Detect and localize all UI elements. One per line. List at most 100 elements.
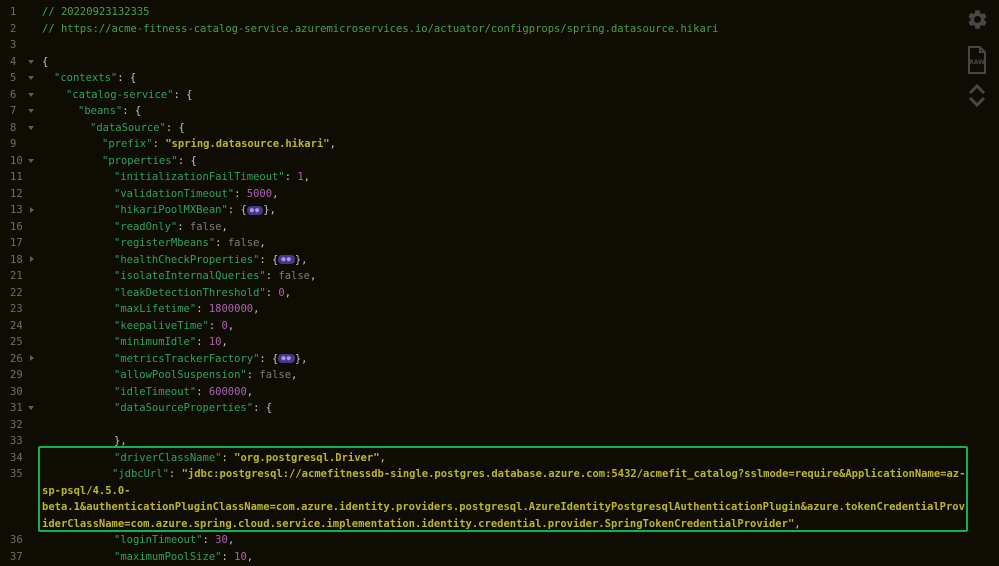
code-line: 17"registerMbeans": false, [0,235,999,252]
code-content: }, [42,433,999,450]
json-punct: : [153,138,166,150]
fold-down-icon[interactable] [28,60,34,64]
json-punct: , [253,303,259,315]
line-number: 31 [10,400,23,417]
json-bool: false [278,270,310,282]
comment-text: // https://acme-fitness-catalog-service.… [42,23,718,35]
json-punct: , [272,188,278,200]
code-content: "idleTimeout": 600000, [42,384,999,401]
json-punct: , [330,138,336,150]
fold-down-icon[interactable] [28,406,34,410]
code-content: "leakDetectionThreshold": 0, [42,285,999,302]
line-number: 16 [10,219,23,236]
code-line: 16"readOnly": false, [0,219,999,236]
code-content: "allowPoolSuspension": false, [42,367,999,384]
json-num: 30 [215,534,228,546]
code-content: "properties": { [42,153,999,170]
code-line: 24"keepaliveTime": 0, [0,318,999,335]
code-content: "catalog-service": { [42,87,999,104]
json-bool: false [228,237,260,249]
fold-down-icon[interactable] [28,93,34,97]
fold-down-icon[interactable] [28,159,34,163]
json-key: "metricsTrackerFactory" [114,353,259,365]
json-key: "minimumIdle" [114,336,196,348]
json-punct: : { [166,122,185,134]
line-number: 13 [10,202,23,219]
json-punct: , [247,551,253,563]
line-number: 21 [10,268,23,285]
code-content: "minimumIdle": 10, [42,334,999,351]
json-punct: }, [295,353,308,365]
code-line: 18 "healthCheckProperties": {●●}, [0,252,999,269]
fold-down-icon[interactable] [28,109,34,113]
json-punct: : { [228,204,247,216]
json-punct: , [247,386,253,398]
fold-right-icon[interactable] [30,256,34,262]
code-line: 5"contexts": { [0,70,999,87]
code-line: 7"beans": { [0,103,999,120]
code-line: 36"loginTimeout": 30, [0,532,999,549]
chevron-up-icon[interactable] [967,84,987,95]
json-bool: false [190,221,222,233]
comment-text: // 20220923132335 [42,6,149,18]
code-line: 35"jdbcUrl": "jdbc:postgresql://acmefitn… [0,466,999,532]
line-number: 34 [10,450,23,467]
chevron-down-icon[interactable] [967,96,987,107]
line-number: 18 [10,252,23,269]
json-key: "allowPoolSuspension" [114,369,247,381]
fold-right-icon[interactable] [30,355,34,361]
code-line: 29"allowPoolSuspension": false, [0,367,999,384]
line-number: 10 [10,153,23,170]
collapsed-object-pill[interactable]: ●● [278,354,294,363]
json-key: "idleTimeout" [114,386,196,398]
json-key: "readOnly" [114,221,177,233]
code-content: "hikariPoolMXBean": {●●}, [42,202,999,219]
json-num: 5000 [247,188,272,200]
line-number: 30 [10,384,23,401]
settings-gear-icon[interactable] [966,8,989,31]
code-line: 2// https://acme-fitness-catalog-service… [0,21,999,38]
json-key: "hikariPoolMXBean" [114,204,228,216]
fold-right-icon[interactable] [30,207,34,213]
code-line: 33}, [0,433,999,450]
collapsed-object-pill[interactable]: ●● [278,255,294,264]
code-content: "healthCheckProperties": {●●}, [42,252,999,269]
fold-down-icon[interactable] [28,126,34,130]
code-line: 21 "isolateInternalQueries": false, [0,268,999,285]
code-content: { [42,54,999,71]
code-content: "metricsTrackerFactory": {●●}, [42,351,999,368]
json-punct: { [42,56,48,68]
code-content: "isolateInternalQueries": false, [42,268,999,285]
json-key: "prefix" [102,138,153,150]
json-key: "dataSource" [90,122,166,134]
code-line: 1// 20220923132335 [0,4,999,21]
json-punct: , [285,287,291,299]
json-punct: , [304,171,310,183]
json-punct: , [291,369,297,381]
json-punct: , [310,270,316,282]
code-content: "maximumPoolSize": 10, [42,549,999,566]
fold-down-icon[interactable] [28,76,34,80]
viewer-toolbar: RAW [961,8,993,108]
code-content: "prefix": "spring.datasource.hikari", [42,136,999,153]
json-key: "leakDetectionThreshold" [114,287,266,299]
line-number: 35 [10,466,23,483]
json-punct: , [228,534,234,546]
collapsed-object-pill[interactable]: ●● [247,206,263,215]
line-number: 36 [10,532,23,549]
code-content: "contexts": { [42,70,999,87]
json-punct: : { [253,402,272,414]
code-content: "validationTimeout": 5000, [42,186,999,203]
code-content: "beans": { [42,103,999,120]
code-line: 32 [0,417,999,434]
json-punct: : [234,188,247,200]
code-line: 13 "hikariPoolMXBean": {●●}, [0,202,999,219]
json-key: "validationTimeout" [114,188,234,200]
json-key: "loginTimeout" [114,534,203,546]
json-num: 10 [234,551,247,563]
raw-document-icon[interactable]: RAW [966,45,988,75]
json-punct: : [266,270,279,282]
line-number: 17 [10,235,23,252]
json-punct: : { [259,254,278,266]
json-punct: , [228,320,234,332]
